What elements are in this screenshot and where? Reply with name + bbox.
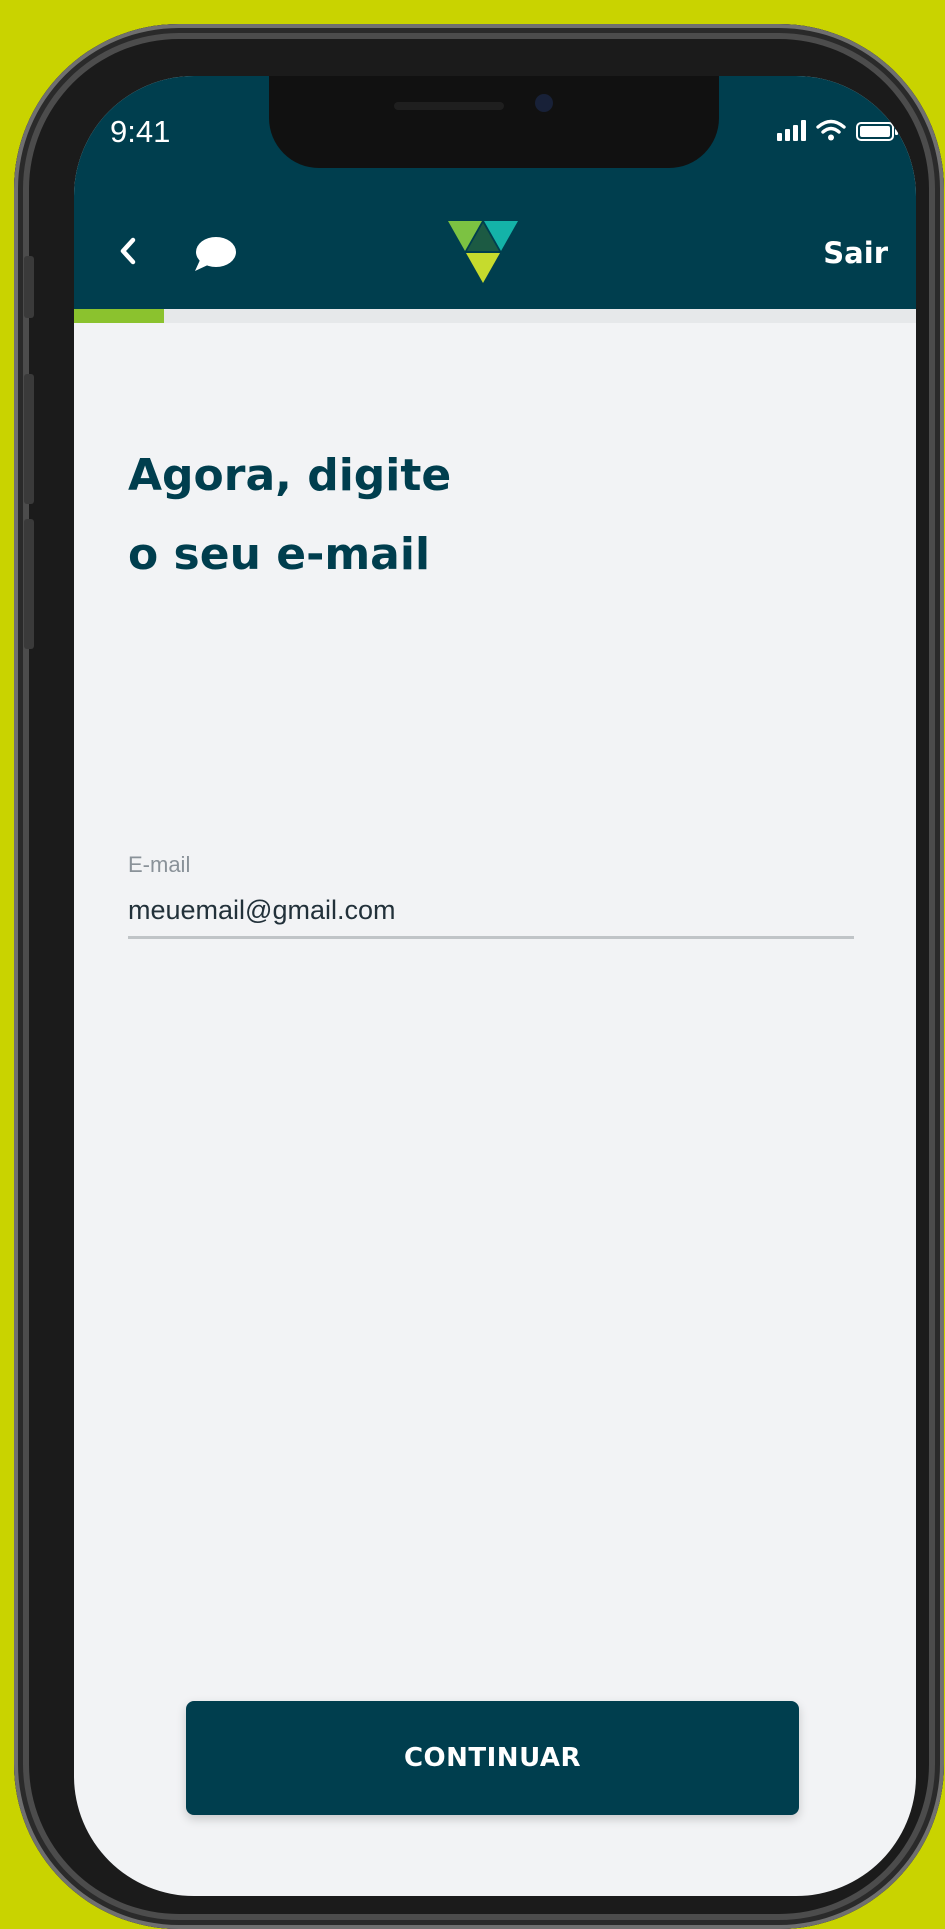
title-line-2: o seu e-mail	[128, 529, 431, 580]
status-icons	[777, 119, 898, 141]
battery-icon	[856, 122, 898, 141]
progress-fill	[74, 309, 165, 323]
exit-button[interactable]: Sair	[823, 236, 888, 270]
chat-bubble-icon[interactable]	[192, 234, 238, 274]
progress-bar	[74, 309, 916, 323]
notch	[269, 76, 719, 168]
volume-up-button	[24, 374, 34, 504]
volume-down-button	[24, 519, 34, 649]
wifi-icon	[816, 119, 846, 141]
back-button[interactable]	[108, 229, 148, 273]
status-time: 9:41	[110, 114, 171, 149]
mute-switch	[24, 256, 34, 318]
front-camera	[535, 94, 553, 112]
app-screen: 9:41 Sair Agora, digite o seu e-mail E-m…	[74, 76, 916, 1896]
triangle-logo	[448, 221, 518, 283]
phone-frame: 9:41 Sair Agora, digite o seu e-mail E-m…	[14, 24, 944, 1929]
email-field[interactable]	[128, 884, 854, 939]
chevron-left-icon	[120, 237, 136, 265]
continue-button[interactable]: CONTINUAR	[186, 1701, 799, 1815]
page-title: Agora, digite o seu e-mail	[128, 436, 828, 594]
app-header: 9:41 Sair	[74, 76, 916, 309]
email-field-label: E-mail	[128, 852, 191, 877]
signal-icon	[777, 119, 806, 141]
title-line-1: Agora, digite	[128, 450, 452, 501]
speaker-grille	[394, 102, 504, 110]
